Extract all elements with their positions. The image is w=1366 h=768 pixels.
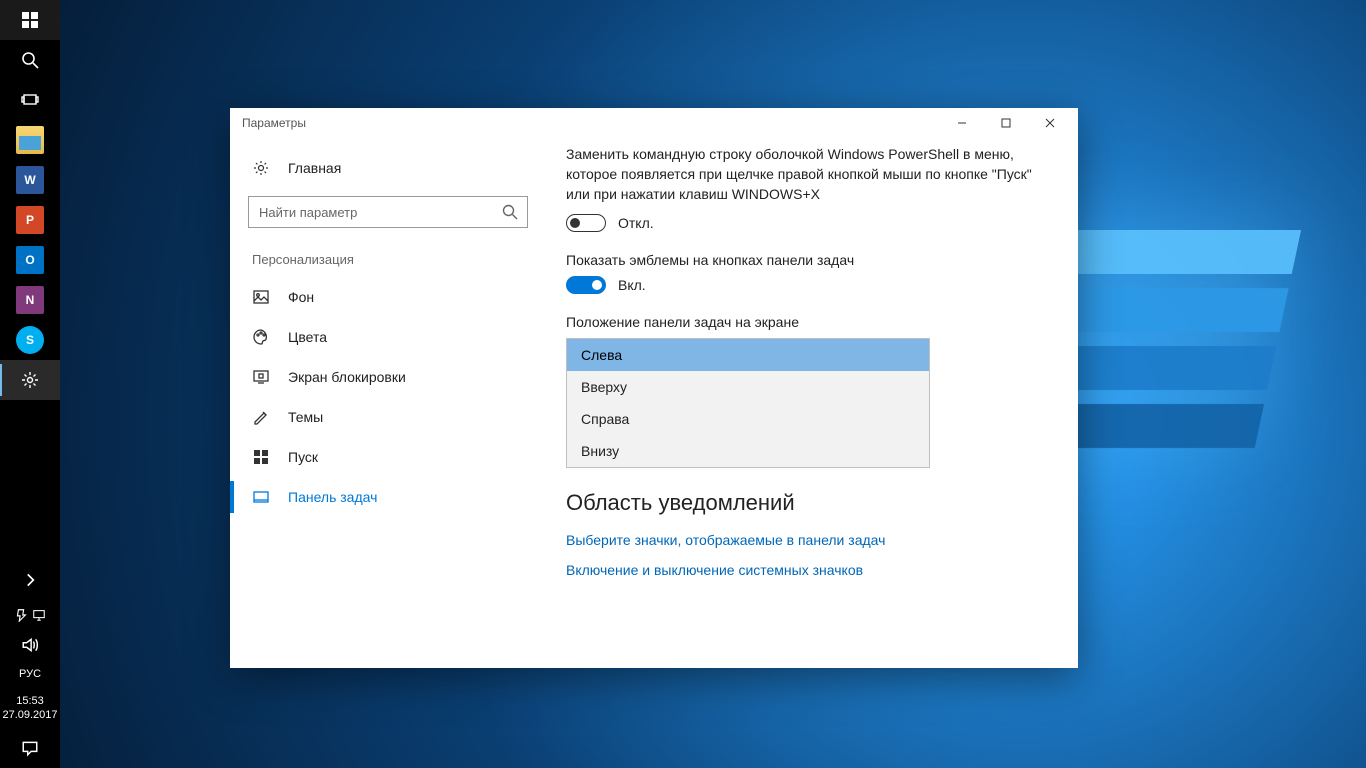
onenote-button[interactable]: N [0,280,60,320]
gear-icon [21,371,39,389]
powershell-description: Заменить командную строку оболочкой Wind… [566,144,1050,204]
palette-icon [252,328,270,346]
maximize-button[interactable] [984,108,1028,138]
search-icon [21,51,39,69]
start-button[interactable] [0,0,60,40]
tray-date: 27.09.2017 [0,708,60,722]
sidebar-item-start[interactable]: Пуск [230,437,546,477]
badges-toggle[interactable] [566,276,606,294]
position-option[interactable]: Справа [567,403,929,435]
lockscreen-icon [252,368,270,386]
sidebar-item-label: Пуск [288,449,318,465]
search-button[interactable] [0,40,60,80]
minimize-button[interactable] [940,108,984,138]
word-button[interactable]: W [0,160,60,200]
position-label: Положение панели задач на экране [566,314,1050,330]
action-center-button[interactable] [0,728,60,768]
position-option[interactable]: Внизу [567,435,929,467]
badges-label: Показать эмблемы на кнопках панели задач [566,252,1050,268]
explorer-button[interactable] [0,120,60,160]
titlebar[interactable]: Параметры [230,108,1078,138]
settings-window: Параметры Главная Найти [230,108,1078,668]
chevron-right-icon [21,571,39,589]
taskbar-icon [252,488,270,506]
explorer-icon [16,126,44,154]
position-option[interactable]: Слева [567,339,929,371]
sidebar-item-label: Темы [288,409,323,425]
themes-icon [252,408,270,426]
tray-volume-button[interactable] [0,630,60,660]
content-pane: Заменить командную строку оболочкой Wind… [546,138,1078,668]
tray-power-network[interactable] [0,600,60,630]
tray-time: 15:53 [0,694,60,708]
gear-icon [252,159,270,177]
powershell-toggle[interactable] [566,214,606,232]
start-icon [252,448,270,466]
onenote-icon: N [16,286,44,314]
settings-button[interactable] [0,360,60,400]
sidebar-item-label: Экран блокировки [288,369,406,385]
position-option[interactable]: Вверху [567,371,929,403]
ppt-icon: P [16,206,44,234]
taskview-button[interactable] [0,80,60,120]
sidebar-item-taskbar[interactable]: Панель задач [230,477,546,517]
sidebar-item-label: Панель задач [288,489,377,505]
powerpoint-button[interactable]: P [0,200,60,240]
skype-button[interactable]: S [0,320,60,360]
sidebar-item-label: Фон [288,289,314,305]
tray-language[interactable]: РУС [0,660,60,688]
picture-icon [252,288,270,306]
search-icon [501,203,519,221]
sidebar-item-label: Цвета [288,329,327,345]
outlook-button[interactable]: O [0,240,60,280]
window-title: Параметры [242,116,306,130]
taskbar: WPONS РУС 15:53 27.09.2017 [0,0,60,768]
sidebar: Главная Найти параметр Персонализация Фо… [230,138,546,668]
skype-icon: S [16,326,44,354]
search-placeholder: Найти параметр [259,205,501,220]
select-taskbar-icons-link[interactable]: Выберите значки, отображаемые в панели з… [566,532,1050,548]
sidebar-item-picture[interactable]: Фон [230,277,546,317]
tray-overflow-button[interactable] [0,560,60,600]
powershell-toggle-label: Откл. [618,215,654,231]
sidebar-search[interactable]: Найти параметр [248,196,528,228]
desktop: WPONS РУС 15:53 27.09.2017 [0,0,1366,768]
taskview-icon [21,91,39,109]
badges-toggle-label: Вкл. [618,277,646,293]
power-icon [14,608,28,622]
outlook-icon: O [16,246,44,274]
sidebar-home-label: Главная [288,160,341,176]
sidebar-item-lockscreen[interactable]: Экран блокировки [230,357,546,397]
volume-icon [21,636,39,654]
network-icon [32,608,46,622]
position-dropdown[interactable]: СлеваВверхуСправаВнизу [566,338,930,468]
notification-area-heading: Область уведомлений [566,490,1050,516]
close-button[interactable] [1028,108,1072,138]
sidebar-home[interactable]: Главная [230,148,546,188]
sidebar-item-palette[interactable]: Цвета [230,317,546,357]
tray-clock[interactable]: 15:53 27.09.2017 [0,688,60,728]
win-icon [21,11,39,29]
sidebar-section-title: Персонализация [230,242,546,277]
toggle-system-icons-link[interactable]: Включение и выключение системных значков [566,562,1050,578]
sidebar-item-themes[interactable]: Темы [230,397,546,437]
action-center-icon [21,739,39,757]
word-icon: W [16,166,44,194]
